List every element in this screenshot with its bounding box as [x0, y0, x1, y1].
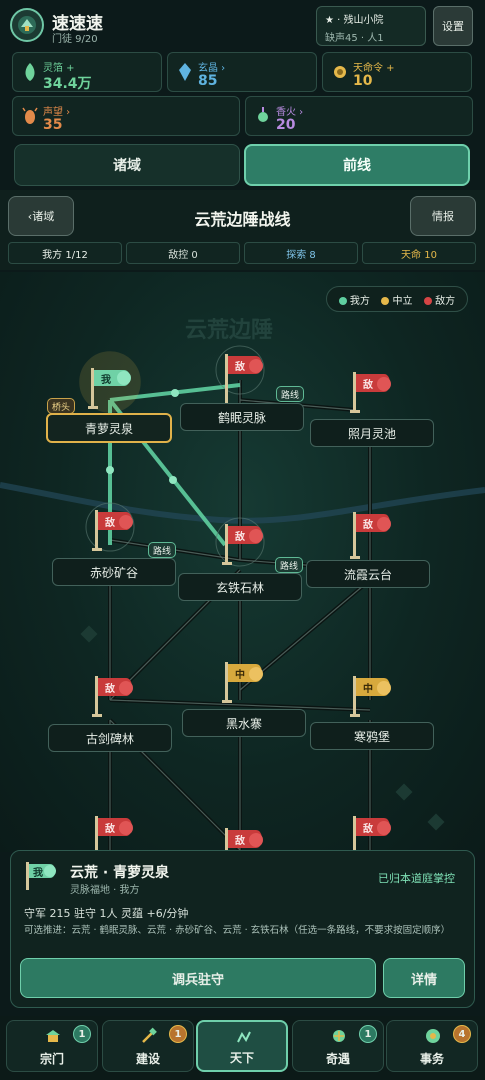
neutral-flag-icon: [222, 662, 263, 703]
flag-enemy[interactable]: 敌: [350, 370, 400, 420]
neutral-flag-icon: [350, 676, 391, 717]
enemy-flag-icon: [222, 524, 263, 565]
stat-ally-count: 我方 1/12: [8, 242, 122, 264]
node-gujian-steles[interactable]: 古剑碑林: [48, 724, 172, 752]
resource-value: 35: [43, 117, 63, 133]
incense-icon: [258, 107, 268, 122]
deploy-garrison-button[interactable]: 调兵驻守: [20, 958, 376, 998]
flag-neutral[interactable]: 中: [350, 674, 400, 724]
spirit-leaf-icon: [25, 63, 35, 81]
nav-sect[interactable]: 1 宗门: [6, 1020, 98, 1072]
flag-enemy[interactable]: 敌: [92, 508, 142, 558]
map-watermark: 云荒边陲: [185, 318, 274, 343]
node-chisha-valley[interactable]: 赤砂矿谷: [52, 558, 176, 586]
resource-label: 香火 ›: [276, 107, 304, 118]
flag-enemy[interactable]: 敌: [92, 814, 142, 854]
nav-encounter[interactable]: 1 奇遇: [292, 1020, 384, 1072]
tab-domains[interactable]: 诸域: [14, 144, 240, 186]
details-button[interactable]: 详情: [383, 958, 465, 998]
node-zhaoyue-pool[interactable]: 照月灵池: [310, 419, 434, 447]
node-xuantie-forest[interactable]: 玄铁石林: [178, 573, 302, 601]
flag-enemy[interactable]: 敌: [92, 674, 142, 724]
node-hemian-vein[interactable]: 鹤眠灵脉: [180, 403, 304, 431]
nav-build[interactable]: 1 建设: [102, 1020, 194, 1072]
enemy-flag-icon: [225, 828, 263, 852]
affairs-icon: [426, 1029, 440, 1043]
flag-enemy[interactable]: 敌: [222, 522, 272, 572]
resource-spirit-leaf[interactable]: 灵箔 + 34.4万: [12, 52, 162, 92]
info-node-name: 云荒 · 青萝灵泉: [70, 865, 170, 881]
sun-token-icon: [334, 66, 346, 78]
node-qingluo-spring[interactable]: 青萝灵泉: [46, 413, 172, 443]
bridgehead-tag: 桥头: [47, 398, 76, 414]
disciple-count: 门徒 9/20: [52, 34, 98, 45]
info-node-type: 灵脉福地 · 我方: [70, 885, 140, 896]
resource-label: 天命令 +: [353, 63, 395, 74]
info-advance-options: 可选推进：云荒 · 鹤眠灵脉、云荒 · 赤砂矿谷、云荒 · 玄铁石林（任选一条路…: [24, 925, 451, 936]
location-card[interactable]: ★ · 残山小院 缺声45 · 人1: [316, 6, 426, 46]
resource-sun-token[interactable]: 天命令 + 10: [322, 52, 472, 92]
flag-enemy[interactable]: 敌: [350, 510, 400, 566]
location-stats: 缺声45 · 人1: [325, 33, 384, 44]
legend-neutral: 中立: [381, 292, 412, 307]
resource-value: 34.4万: [43, 76, 92, 92]
stat-exploration: 探索 8: [244, 242, 358, 264]
settings-button[interactable]: 设置: [433, 6, 473, 46]
stat-enemy-control: 敌控 0: [126, 242, 240, 264]
nav-affairs[interactable]: 4 事务: [386, 1020, 478, 1072]
enemy-flag-icon: [92, 676, 133, 717]
resource-value: 85: [198, 73, 218, 89]
node-heishui-fort[interactable]: 黑水寨: [182, 709, 306, 737]
node-liuxia-terrace[interactable]: 流霞云台: [306, 560, 430, 588]
back-to-domains-button[interactable]: ‹诸域: [8, 196, 74, 236]
resource-value: 10: [353, 73, 373, 89]
flag-neutral[interactable]: 中: [222, 660, 272, 710]
legend-enemy: 敌方: [424, 292, 455, 307]
resource-reputation[interactable]: 声望 › 35: [12, 96, 240, 136]
resource-crystal[interactable]: 玄晶 › 85: [167, 52, 317, 92]
map-legend: 我方 中立 敌方: [326, 286, 468, 312]
enemy-flag-icon: [353, 816, 391, 850]
resource-incense[interactable]: 香火 › 20: [245, 96, 473, 136]
stat-destiny: 天命 10: [362, 242, 476, 264]
node-hanya-castle[interactable]: 寒鸦堡: [310, 722, 434, 750]
enemy-flag-icon: [222, 354, 263, 407]
location-name: ★ · 残山小院: [325, 15, 384, 26]
resource-label: 声望 ›: [43, 107, 71, 118]
nav-world[interactable]: 天下: [196, 1020, 288, 1072]
encounter-icon: [333, 1030, 345, 1042]
info-control-status: 已归本道庭掌控: [378, 872, 455, 885]
flag-ally[interactable]: 我: [88, 366, 138, 414]
enemy-flag-icon: [350, 372, 391, 413]
hammer-icon: [142, 1027, 157, 1043]
ally-flag-icon: [88, 368, 131, 409]
ally-flag-icon: 我: [24, 860, 60, 894]
world-map-icon: [237, 1031, 251, 1043]
reputation-icon: [22, 107, 38, 124]
resource-value: 20: [276, 117, 296, 133]
enemy-flag-icon: [350, 512, 391, 559]
crystal-icon: [179, 63, 191, 81]
sect-hall-icon: [46, 1030, 60, 1042]
sect-emblem-icon[interactable]: [10, 8, 44, 42]
tab-frontline[interactable]: 前线: [244, 144, 470, 186]
info-garrison-stats: 守军 215 驻守 1人 灵蕴 +6/分钟: [24, 907, 189, 920]
resource-label: 灵箔 +: [43, 63, 75, 74]
enemy-flag-icon: [95, 816, 133, 850]
enemy-flag-icon: [92, 510, 133, 551]
route-tag[interactable]: 路线: [275, 557, 304, 573]
intel-button[interactable]: 情报: [410, 196, 476, 236]
resource-label: 玄晶 ›: [198, 63, 226, 74]
route-tag[interactable]: 路线: [148, 542, 177, 558]
battle-title: 云荒边陲战线: [194, 210, 291, 229]
legend-ally: 我方: [338, 292, 370, 307]
route-tag[interactable]: 路线: [276, 386, 305, 402]
flag-enemy[interactable]: 敌: [350, 814, 400, 854]
